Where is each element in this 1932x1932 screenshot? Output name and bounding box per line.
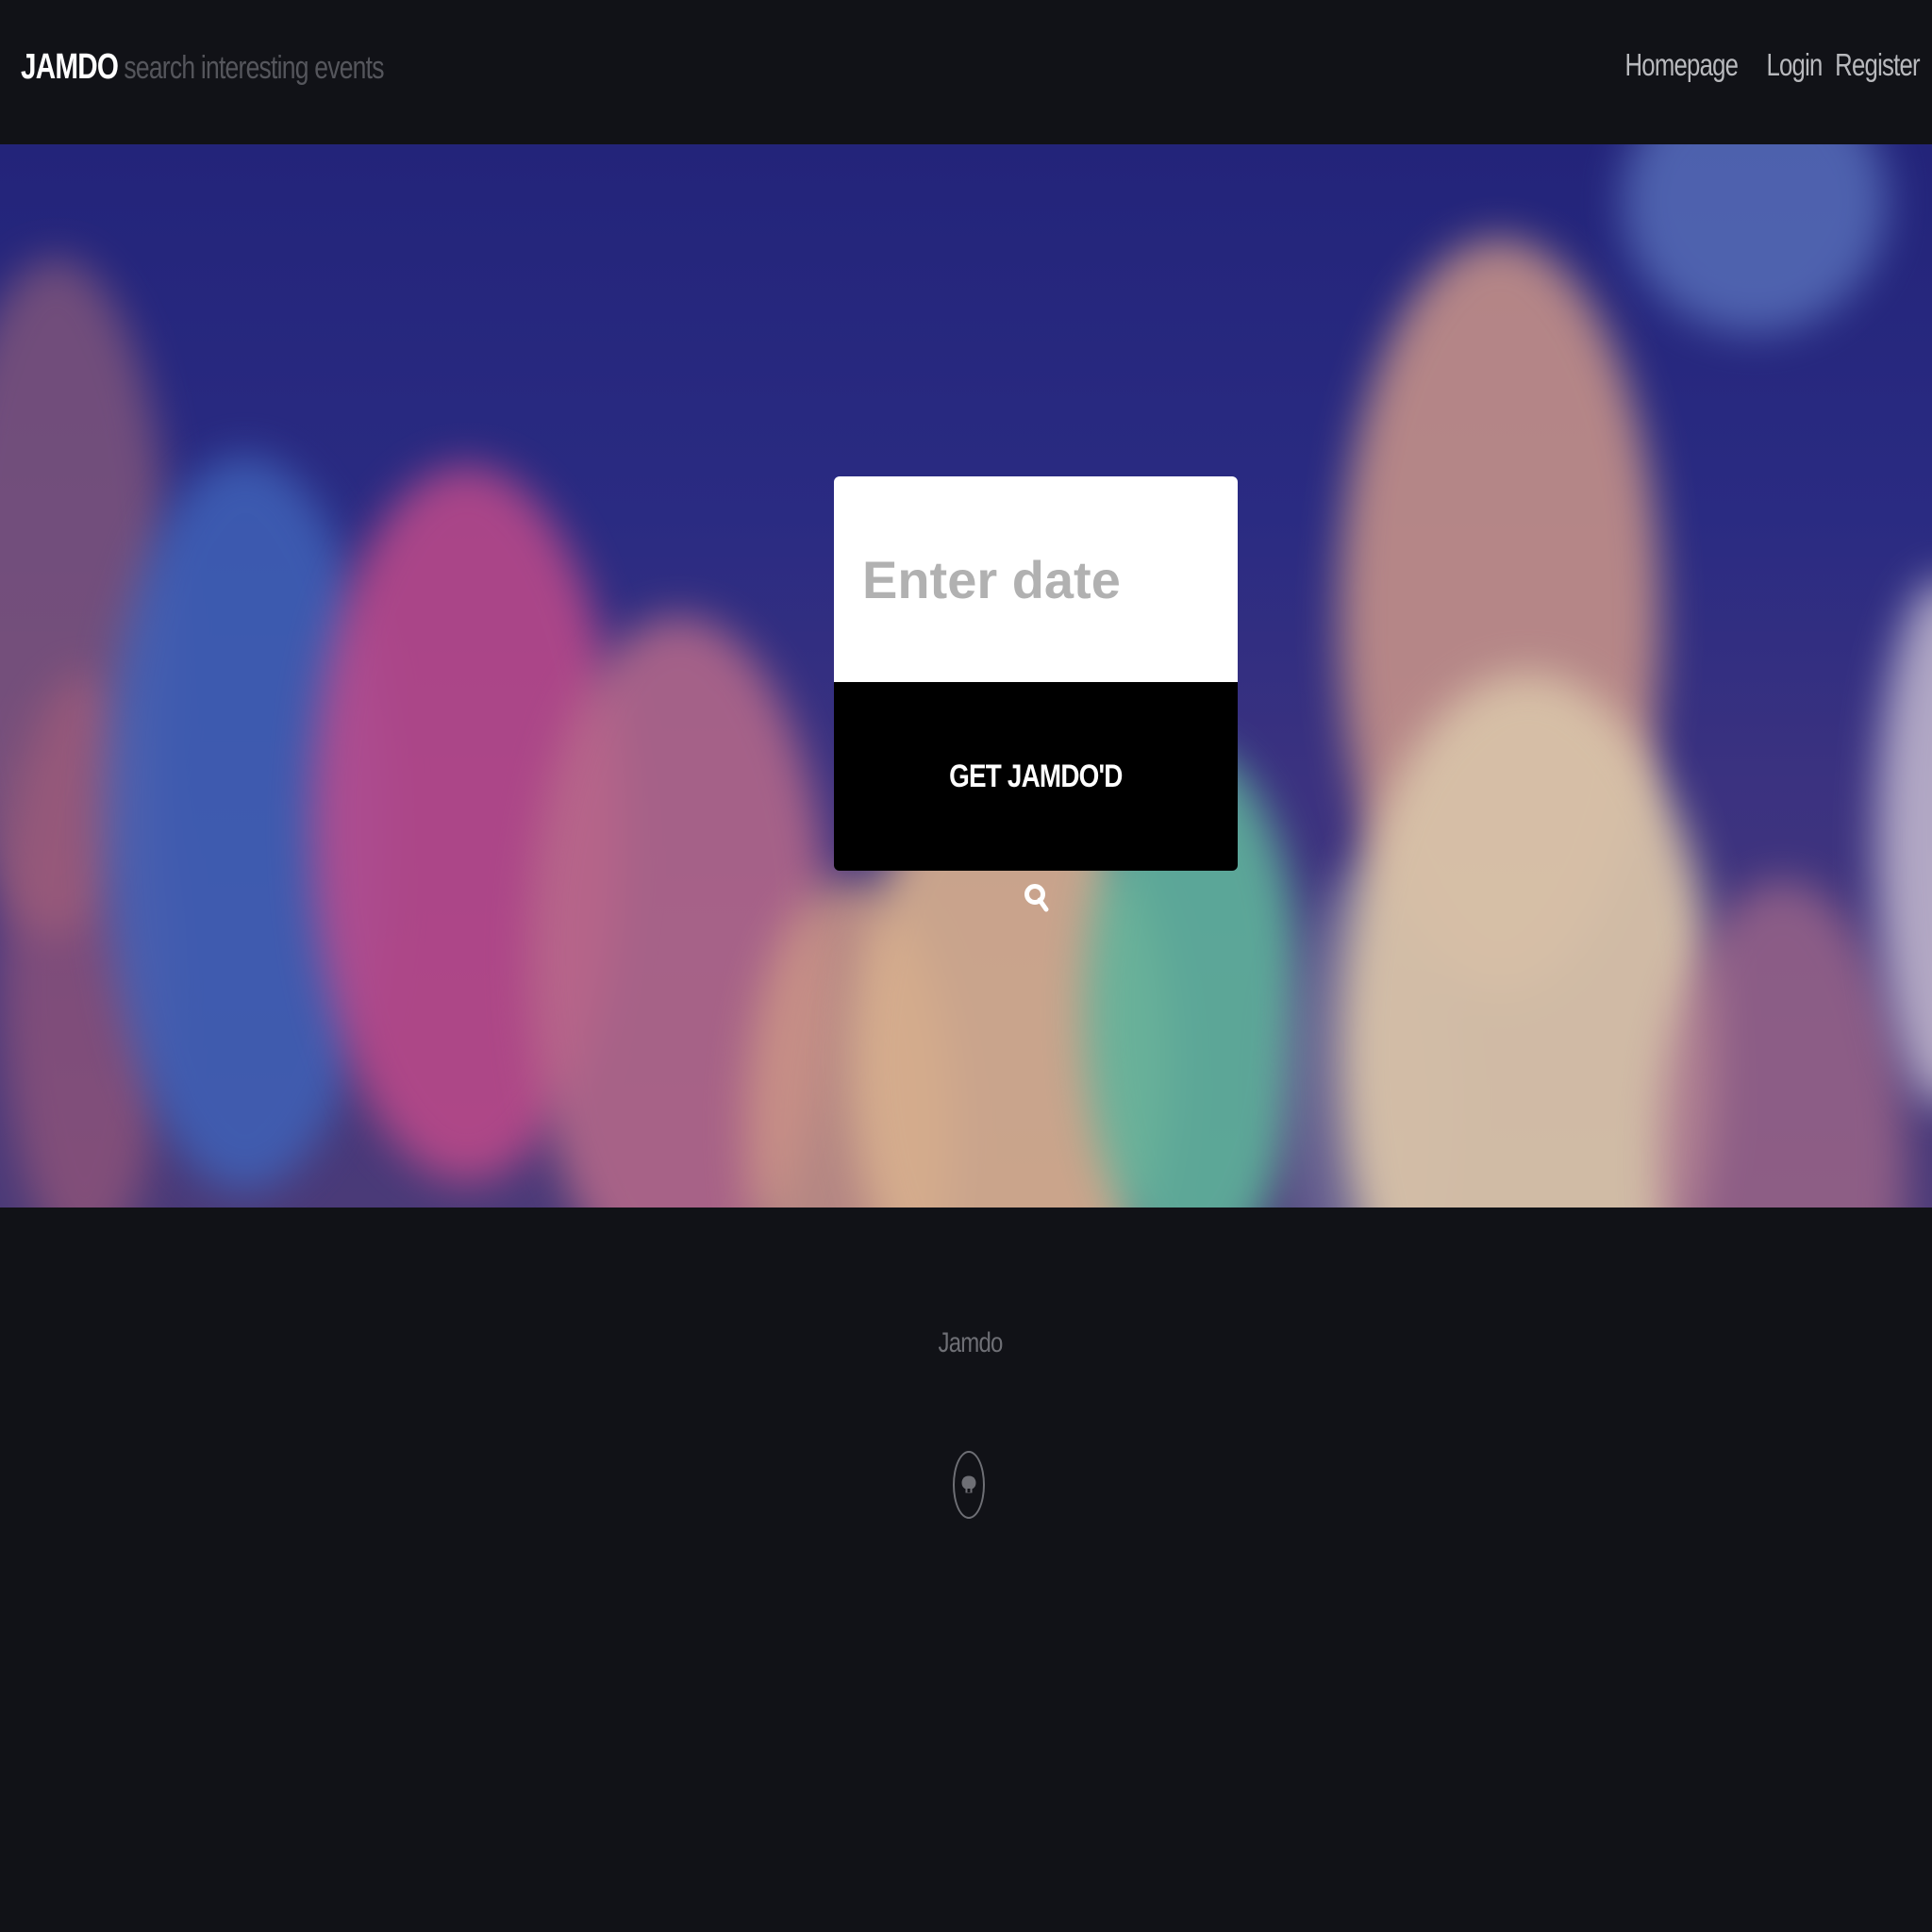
footer-brand: Jamdo <box>0 1327 1932 1359</box>
date-input[interactable] <box>834 476 1238 682</box>
footer: Jamdo <box>0 1208 1932 1932</box>
github-icon <box>961 1475 976 1493</box>
page: JAMDO search interesting events Homepage… <box>0 0 1932 1932</box>
nav-login-link[interactable]: Login <box>1765 47 1824 83</box>
brand-name: JAMDO <box>21 47 119 87</box>
search-icon[interactable] <box>1023 880 1051 914</box>
brand-link[interactable]: JAMDO search interesting events <box>21 47 384 88</box>
get-jamdod-button[interactable]: GET JAMDO'D <box>834 682 1238 871</box>
get-jamdod-button-label: GET JAMDO'D <box>949 758 1123 794</box>
nav-homepage-link[interactable]: Homepage <box>1625 47 1739 83</box>
navbar: JAMDO search interesting events Homepage… <box>0 0 1932 144</box>
footer-brand-text: Jamdo <box>938 1327 1004 1358</box>
search-form: GET JAMDO'D <box>834 476 1238 871</box>
brand-tagline: search interesting events <box>124 50 384 86</box>
bokeh-light <box>1623 144 1887 333</box>
nav-register-link[interactable]: Register <box>1833 47 1922 83</box>
github-link[interactable] <box>953 1451 985 1519</box>
